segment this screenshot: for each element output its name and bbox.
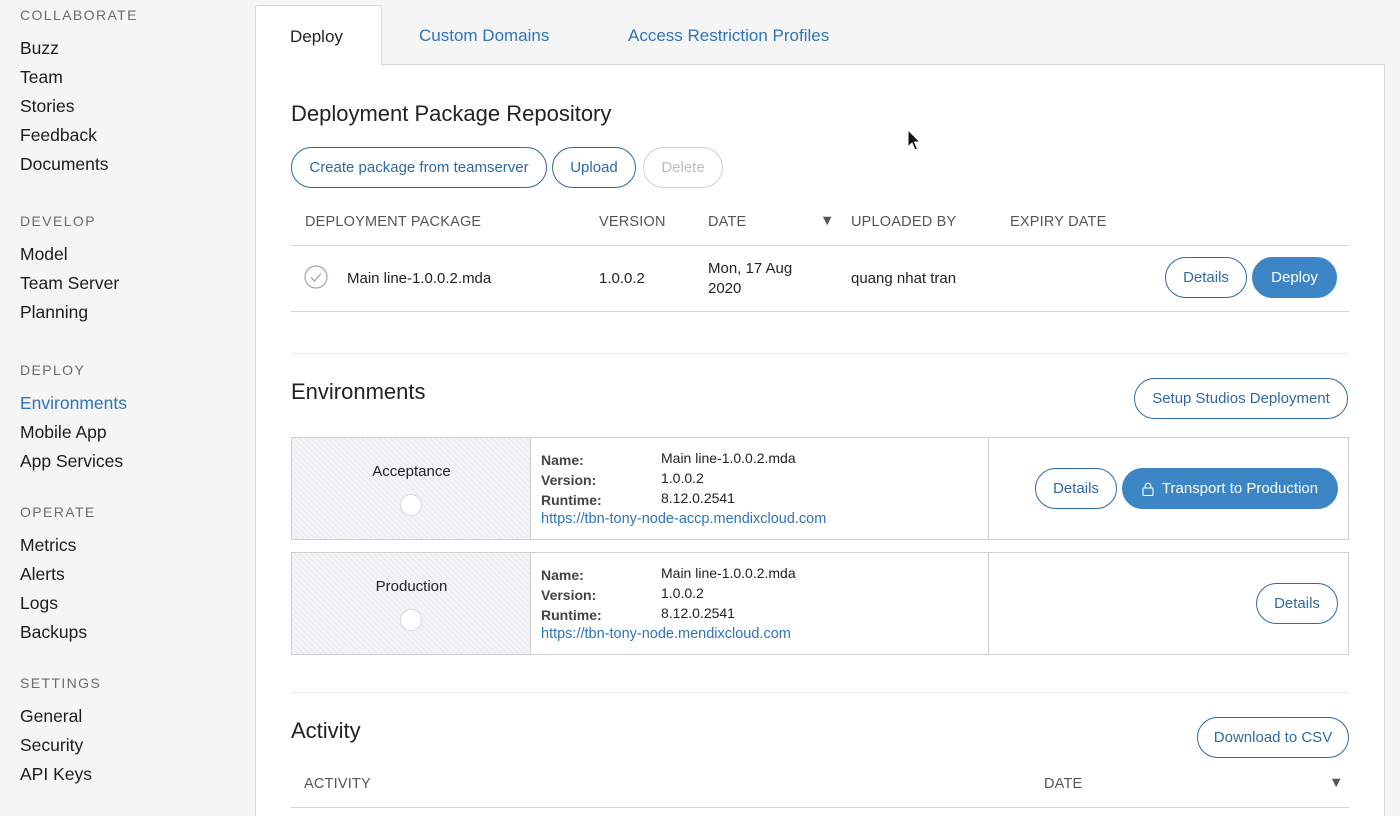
column-header-expiry-date[interactable]: EXPIRY DATE — [1010, 214, 1107, 230]
upload-button[interactable]: Upload — [552, 147, 636, 188]
sidebar-item-feedback[interactable]: Feedback — [20, 121, 138, 150]
activity-title: Activity — [291, 718, 361, 743]
sidebar-item-metrics[interactable]: Metrics — [20, 531, 96, 560]
environment-url-link[interactable]: https://tbn-tony-node-accp.mendixcloud.c… — [541, 511, 826, 527]
status-indicator — [400, 609, 422, 631]
column-header-version[interactable]: VERSION — [599, 214, 666, 230]
tab-access-restriction-profiles[interactable]: Access Restriction Profiles — [628, 5, 829, 65]
deploy-button[interactable]: Deploy — [1252, 257, 1337, 298]
sidebar-item-alerts[interactable]: Alerts — [20, 560, 96, 589]
nav-section-develop: DEVELOP Model Team Server Planning — [20, 211, 119, 327]
acceptance-details-button[interactable]: Details — [1035, 468, 1117, 509]
environment-card-acceptance: Acceptance Name: Main line-1.0.0.2.mda V… — [291, 437, 1349, 540]
package-version: 1.0.0.2 — [599, 270, 645, 287]
sidebar-item-documents[interactable]: Documents — [20, 150, 138, 179]
package-date-line1: Mon, 17 Aug — [708, 260, 793, 277]
runtime-value: 8.12.0.2541 — [661, 605, 735, 621]
tab-deploy[interactable]: Deploy — [255, 5, 382, 66]
sidebar-item-model[interactable]: Model — [20, 240, 119, 269]
nav-heading: DEVELOP — [20, 213, 96, 229]
runtime-label: Runtime: — [541, 607, 602, 623]
uploaded-by: quang nhat tran — [851, 270, 957, 287]
name-label: Name: — [541, 452, 584, 468]
tab-custom-domains[interactable]: Custom Domains — [419, 5, 549, 65]
sidebar-item-stories[interactable]: Stories — [20, 92, 138, 121]
version-label: Version: — [541, 472, 597, 488]
sidebar-item-general[interactable]: General — [20, 702, 101, 731]
sort-desc-icon[interactable]: ▼ — [1329, 775, 1344, 791]
name-value: Main line-1.0.0.2.mda — [661, 565, 796, 581]
sort-desc-icon[interactable]: ▼ — [820, 213, 835, 229]
environments-title: Environments — [291, 379, 426, 404]
sidebar-item-api-keys[interactable]: API Keys — [20, 760, 101, 789]
environment-card-production: Production Name: Main line-1.0.0.2.mda V… — [291, 552, 1349, 655]
nav-heading: DEPLOY — [20, 362, 86, 378]
package-details-button[interactable]: Details — [1165, 257, 1247, 298]
environment-info: Name: Main line-1.0.0.2.mda Version: 1.0… — [532, 438, 989, 539]
column-header-date[interactable]: DATE — [708, 214, 746, 230]
package-name: Main line-1.0.0.2.mda — [347, 270, 492, 287]
nav-section-collaborate: COLLABORATE Buzz Team Stories Feedback D… — [20, 5, 138, 178]
nav-heading: COLLABORATE — [20, 7, 138, 23]
divider — [291, 807, 1349, 808]
sidebar-item-mobile-app[interactable]: Mobile App — [20, 418, 127, 447]
tab-bar: Deploy Custom Domains Access Restriction… — [255, 5, 1385, 66]
column-header-deployment-package[interactable]: DEPLOYMENT PACKAGE — [305, 214, 481, 230]
nav-heading: OPERATE — [20, 504, 96, 520]
lock-icon — [1142, 482, 1154, 496]
section-divider — [291, 692, 1349, 693]
sidebar-item-planning[interactable]: Planning — [20, 298, 119, 327]
name-label: Name: — [541, 567, 584, 583]
version-label: Version: — [541, 587, 597, 603]
sidebar-item-backups[interactable]: Backups — [20, 618, 96, 647]
transport-label: Transport to Production — [1161, 480, 1319, 497]
nav-section-operate: OPERATE Metrics Alerts Logs Backups — [20, 502, 96, 647]
environment-url-link[interactable]: https://tbn-tony-node.mendixcloud.com — [541, 626, 791, 642]
sidebar-item-buzz[interactable]: Buzz — [20, 34, 138, 63]
column-header-activity[interactable]: ACTIVITY — [304, 776, 371, 792]
divider — [291, 245, 1349, 246]
sidebar: COLLABORATE Buzz Team Stories Feedback D… — [0, 0, 255, 816]
environment-info: Name: Main line-1.0.0.2.mda Version: 1.0… — [532, 553, 989, 654]
nav-section-deploy: DEPLOY Environments Mobile App App Servi… — [20, 360, 127, 476]
production-details-button[interactable]: Details — [1256, 583, 1338, 624]
sidebar-item-app-services[interactable]: App Services — [20, 447, 127, 476]
status-indicator — [400, 494, 422, 516]
download-csv-button[interactable]: Download to CSV — [1197, 717, 1349, 758]
environment-status-panel: Acceptance — [292, 438, 531, 539]
sidebar-item-team[interactable]: Team — [20, 63, 138, 92]
repository-title: Deployment Package Repository — [291, 101, 612, 126]
column-header-activity-date[interactable]: DATE — [1044, 776, 1082, 792]
environment-status-panel: Production — [292, 553, 531, 654]
nav-section-settings: SETTINGS General Security API Keys — [20, 673, 101, 789]
runtime-label: Runtime: — [541, 492, 602, 508]
name-value: Main line-1.0.0.2.mda — [661, 450, 796, 466]
mouse-cursor-icon — [907, 129, 922, 151]
section-divider — [291, 353, 1349, 354]
environment-name: Production — [375, 578, 448, 595]
sidebar-item-security[interactable]: Security — [20, 731, 101, 760]
runtime-value: 8.12.0.2541 — [661, 490, 735, 506]
nav-heading: SETTINGS — [20, 675, 102, 691]
check-circle-icon[interactable] — [304, 265, 328, 289]
delete-button[interactable]: Delete — [643, 147, 723, 188]
column-header-uploaded-by[interactable]: UPLOADED BY — [851, 214, 956, 230]
create-package-button[interactable]: Create package from teamserver — [291, 147, 547, 188]
divider — [291, 311, 1349, 312]
setup-studios-deployment-button[interactable]: Setup Studios Deployment — [1134, 378, 1348, 419]
sidebar-item-environments[interactable]: Environments — [20, 389, 127, 418]
transport-to-production-button[interactable]: Transport to Production — [1122, 468, 1338, 509]
version-value: 1.0.0.2 — [661, 585, 704, 601]
sidebar-item-team-server[interactable]: Team Server — [20, 269, 119, 298]
package-date-line2: 2020 — [708, 280, 742, 297]
main-panel: Deployment Package Repository Create pac… — [255, 64, 1385, 816]
environment-name: Acceptance — [372, 463, 451, 480]
version-value: 1.0.0.2 — [661, 470, 704, 486]
sidebar-item-logs[interactable]: Logs — [20, 589, 96, 618]
